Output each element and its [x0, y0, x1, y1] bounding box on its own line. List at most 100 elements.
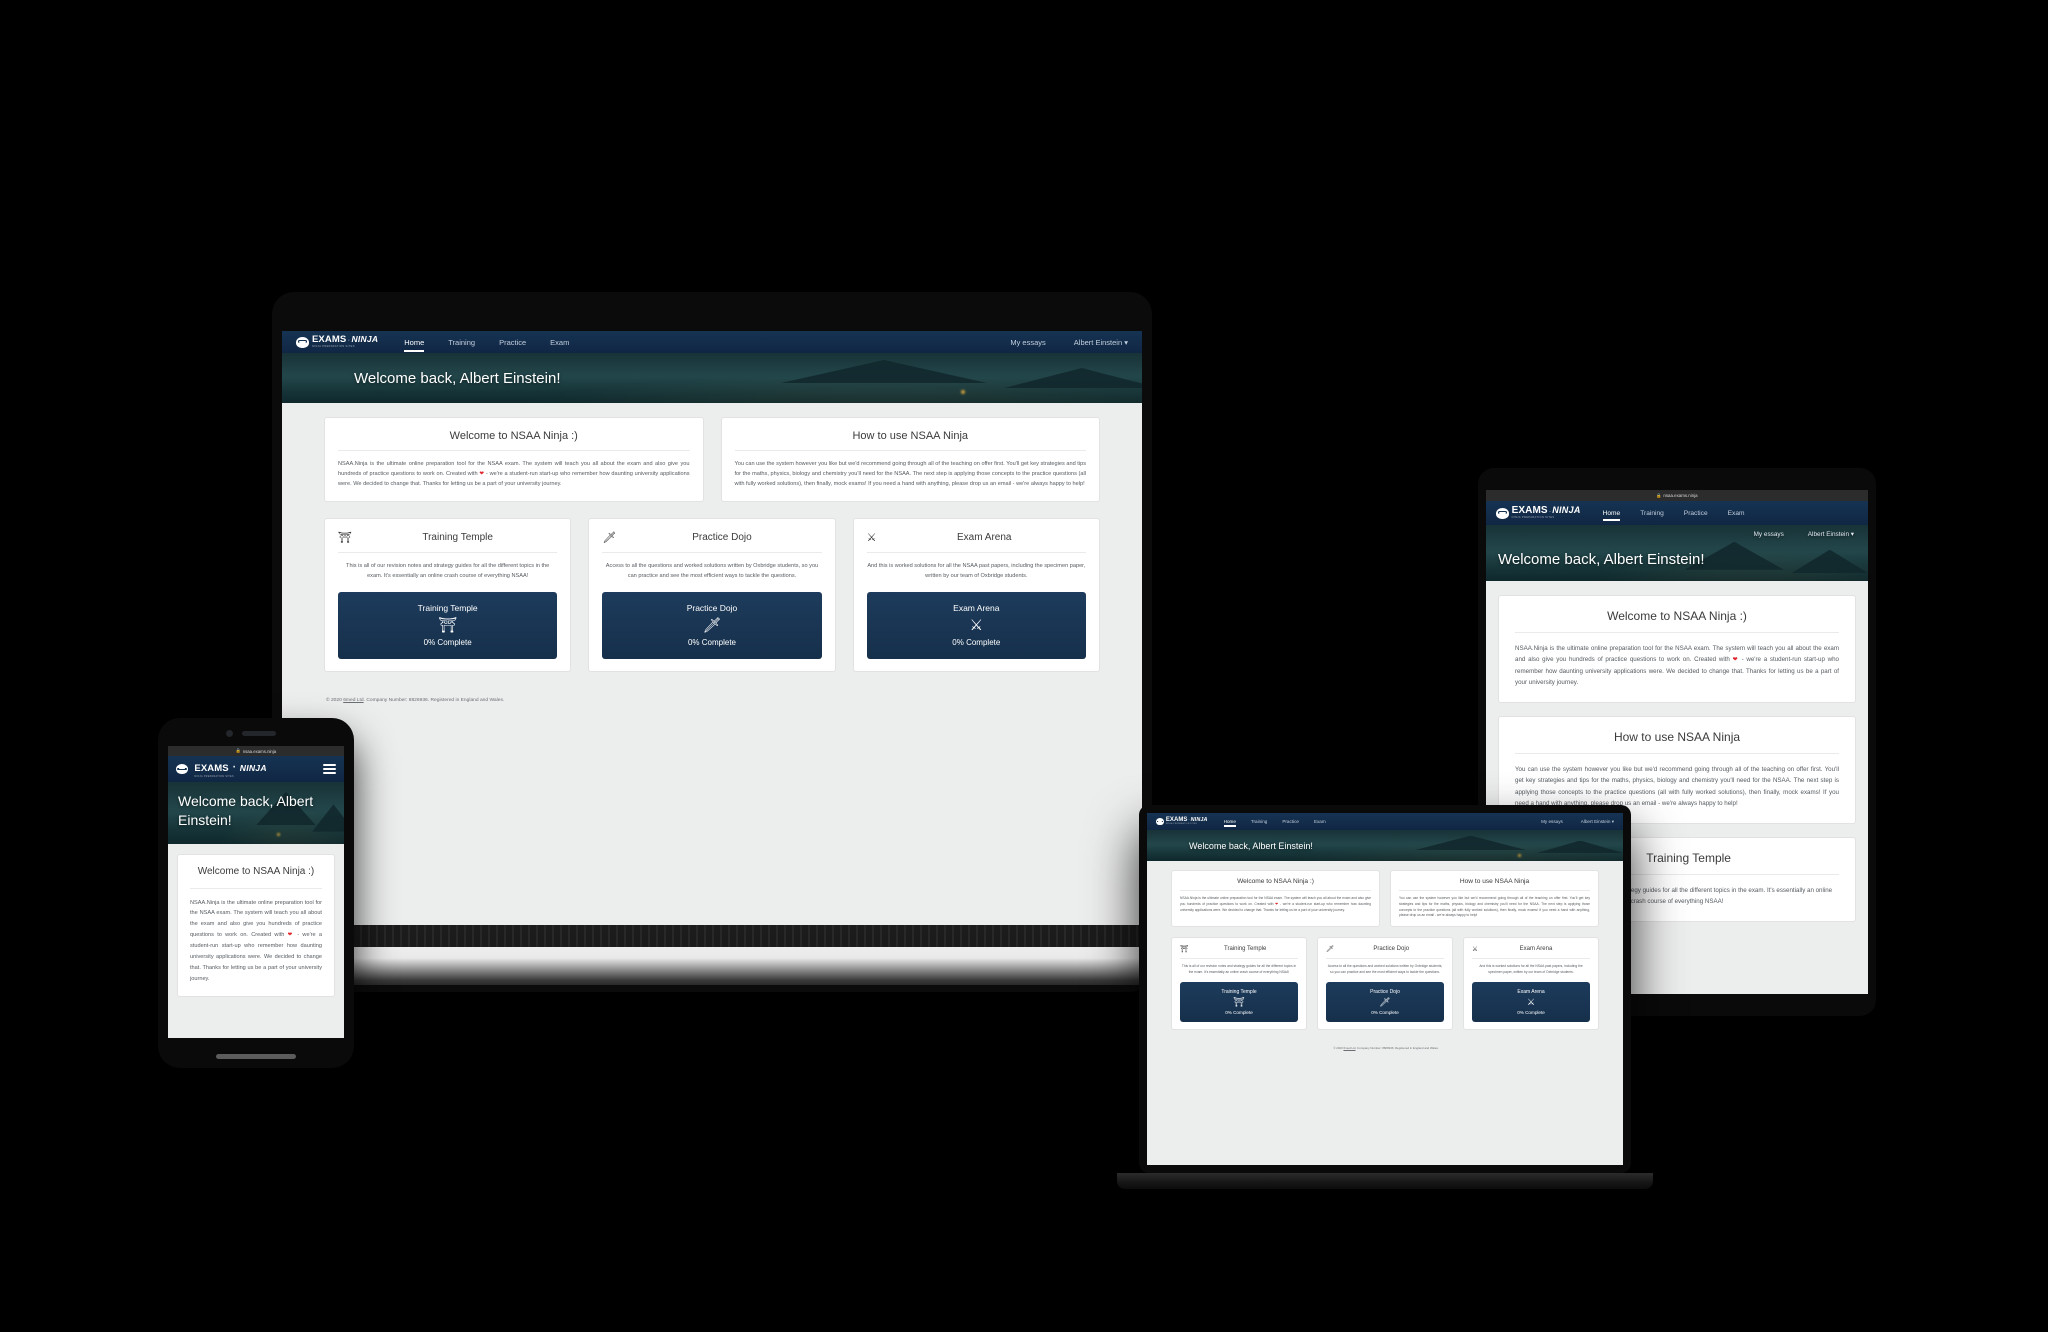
cta-training-temple[interactable]: Training Temple ⛩ 0% Complete	[1180, 981, 1298, 1022]
torii-gate-icon: ⛩	[1233, 996, 1245, 1007]
cta-exam-arena[interactable]: Exam Arena ⚔ 0% Complete	[1472, 981, 1590, 1022]
ninja-mask-icon	[1156, 818, 1164, 825]
nav-link-my-essays[interactable]: My essays	[1010, 338, 1045, 347]
brand-name-secondary: NINJA	[1552, 505, 1581, 516]
footer-company-link[interactable]: 6med Ltd	[1343, 1046, 1355, 1050]
feature-title-practice: Practice Dojo	[1373, 946, 1410, 953]
brand-name-secondary: NINJA	[239, 763, 267, 774]
lock-icon: 🔒	[1656, 492, 1662, 498]
feature-card-exam: ⚔ Exam Arena And this is worked solution…	[1463, 937, 1599, 1030]
device-desktop-monitor: EXAMS · NINJA NINJA PREPARATION SITES Ho…	[272, 292, 1152, 992]
nav-link-my-essays[interactable]: My essays	[1754, 531, 1784, 538]
user-menu[interactable]: Albert Einstein ▾	[1074, 338, 1128, 347]
feature-header: ⚔ Exam Arena	[867, 531, 1086, 544]
feature-title-exam: Exam Arena	[957, 532, 1012, 544]
brand-name-primary: EXAMS	[1511, 505, 1548, 517]
footer-prefix: © 2020	[1333, 1045, 1344, 1050]
device-phone: 🔒 nsaa.exams.ninja EXAMS · NINJA NINJA P…	[158, 718, 354, 1068]
nav-link-training[interactable]: Training	[1251, 819, 1267, 824]
kunai-dagger-icon: 🗡	[1326, 946, 1335, 954]
mockup-canvas: EXAMS · NINJA NINJA PREPARATION SITES Ho…	[0, 0, 2048, 1332]
hero-banner: Welcome back, Albert Einstein!	[1147, 830, 1623, 861]
cta-label: Training Temple	[417, 603, 478, 614]
divider	[1515, 632, 1839, 633]
cta-training-temple[interactable]: Training Temple ⛩ 0% Complete	[338, 591, 558, 659]
hero-banner: Welcome back, Albert Einstein!	[282, 353, 1142, 403]
nav-link-home[interactable]: Home	[1602, 510, 1620, 522]
feature-card-training: ⛩ Training Temple This is all of our rev…	[1171, 937, 1307, 1030]
nav-link-home[interactable]: Home	[404, 338, 425, 353]
divider	[1326, 958, 1444, 960]
nav-right: My essays Albert Einstein ▾	[1010, 338, 1128, 347]
nav-links: Home Training Practice Exam	[1602, 510, 1745, 522]
app-root-laptop: EXAMS · NINJA NINJA PREPARATION SITES Ho…	[1147, 813, 1623, 1165]
nav-links: Home Training Practice Exam	[404, 338, 569, 353]
nav-link-exam[interactable]: Exam	[550, 338, 569, 347]
footer-company-link[interactable]: 6med Ltd	[343, 698, 363, 703]
browser-url-bar[interactable]: 🔒 nsaa.exams.ninja	[1486, 490, 1868, 501]
url-text: nsaa.exams.ninja	[1663, 493, 1698, 498]
nav-link-practice[interactable]: Practice	[499, 338, 526, 347]
brand-tagline: NINJA PREPARATION SITES	[1511, 516, 1555, 520]
hero-banner: Welcome back, Albert Einstein!	[168, 782, 344, 844]
hero-lantern-icon	[277, 832, 281, 836]
feature-body-training: This is all of our revision notes and st…	[1181, 964, 1297, 974]
nav-link-practice[interactable]: Practice	[1684, 510, 1708, 517]
nav-link-my-essays[interactable]: My essays	[1541, 819, 1563, 824]
divider	[734, 450, 1086, 451]
ninja-mask-icon	[296, 336, 309, 348]
card-howto-title: How to use NSAA Ninja	[852, 430, 969, 442]
user-menu[interactable]: Albert Einstein ▾	[1808, 530, 1854, 538]
keyboard	[282, 925, 1142, 947]
cta-label: Exam Arena	[1517, 988, 1545, 995]
navbar: EXAMS · NINJA NINJA PREPARATION SITES Ho…	[282, 331, 1142, 353]
hero-welcome-text: Welcome back, Albert Einstein!	[1189, 840, 1313, 851]
brand-text: EXAMS · NINJA NINJA PREPARATION SITES	[194, 759, 266, 778]
cta-practice-dojo[interactable]: Practice Dojo 🗡 0% Complete	[602, 591, 822, 659]
cta-practice-dojo[interactable]: Practice Dojo 🗡 0% Complete	[1326, 981, 1444, 1022]
kunai-dagger-icon: 🗡	[602, 532, 617, 545]
brand-logo[interactable]: EXAMS · NINJA NINJA PREPARATION SITES	[1156, 817, 1208, 825]
hero-lantern-icon	[1518, 853, 1522, 857]
page-content: Welcome to NSAA Ninja :) NSAA.Ninja is t…	[282, 403, 1142, 703]
cta-label: Exam Arena	[953, 603, 1000, 614]
feature-header: 🗡 Practice Dojo	[602, 531, 821, 544]
torii-gate-icon: ⛩	[338, 532, 352, 545]
brand-tagline: NINJA PREPARATION SITES	[194, 775, 234, 779]
cta-label: Practice Dojo	[1370, 988, 1400, 995]
browser-url-bar[interactable]: 🔒 nsaa.exams.ninja	[168, 746, 344, 756]
nav-link-exam[interactable]: Exam	[1728, 510, 1745, 517]
card-welcome-title: Welcome to NSAA Ninja :)	[1607, 609, 1747, 623]
card-howto: How to use NSAA Ninja You can use the sy…	[720, 417, 1100, 503]
home-indicator	[216, 1054, 296, 1059]
user-menu[interactable]: Albert Einstein ▾	[1581, 819, 1614, 825]
feature-header: ⛩ Training Temple	[1180, 945, 1298, 953]
navbar: EXAMS · NINJA NINJA PREPARATION SITES	[168, 756, 344, 782]
nav-link-exam[interactable]: Exam	[1314, 819, 1326, 824]
feature-title-practice: Practice Dojo	[692, 532, 752, 544]
card-howto: How to use NSAA Ninja You can use the sy…	[1390, 870, 1599, 928]
divider	[1399, 890, 1590, 891]
nav-right: My essays Albert Einstein ▾	[1541, 819, 1614, 825]
cta-progress: 0% Complete	[1225, 1009, 1253, 1015]
brand-logo[interactable]: EXAMS · NINJA NINJA PREPARATION SITES	[1496, 506, 1581, 520]
laptop-base	[1117, 1173, 1653, 1189]
nav-link-home[interactable]: Home	[1223, 819, 1237, 828]
nav-link-training[interactable]: Training	[448, 338, 475, 347]
feature-title-training: Training Temple	[1224, 946, 1267, 953]
nav-link-practice[interactable]: Practice	[1282, 819, 1299, 824]
cta-progress: 0% Complete	[1371, 1009, 1399, 1015]
brand-logo[interactable]: EXAMS · NINJA NINJA PREPARATION SITES	[296, 335, 378, 348]
divider	[338, 552, 558, 554]
brand-logo[interactable]: EXAMS · NINJA NINJA PREPARATION SITES	[176, 759, 267, 778]
feature-body-practice: Access to all the questions and worked s…	[1327, 964, 1443, 974]
cta-exam-arena[interactable]: Exam Arena ⚔ 0% Complete	[866, 591, 1086, 659]
app-root-desktop: EXAMS · NINJA NINJA PREPARATION SITES Ho…	[282, 331, 1142, 925]
brand-name-primary: EXAMS	[312, 334, 347, 346]
hamburger-menu-icon[interactable]	[323, 763, 336, 775]
crossed-swords-icon: ⚔	[1472, 946, 1478, 954]
cta-label: Practice Dojo	[686, 603, 738, 614]
nav-link-training[interactable]: Training	[1640, 510, 1664, 517]
card-welcome: Welcome to NSAA Ninja :) NSAA.Ninja is t…	[177, 854, 335, 997]
footer-suffix: . Company Number: 8826936. Registered in…	[363, 697, 505, 703]
